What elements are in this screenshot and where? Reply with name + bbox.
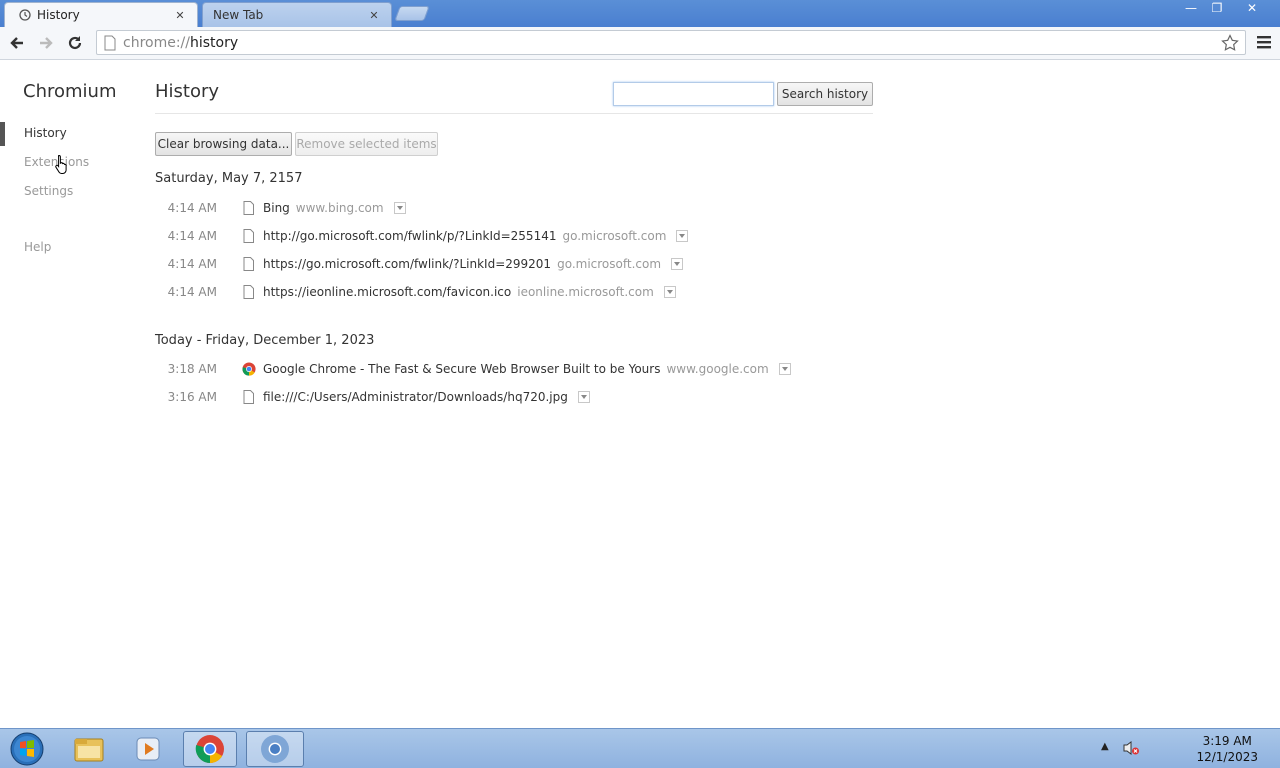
entry-domain[interactable]: www.bing.com [296,201,384,215]
folder-icon [74,738,104,762]
tray-expand-icon[interactable]: ▲ [1101,741,1109,752]
page-icon [242,257,256,271]
browser-titlebar: History ✕ New Tab ✕ — ❐ ✕ [0,0,1280,27]
tab-close-icon[interactable]: ✕ [173,9,187,22]
browser-toolbar: chrome://history [0,27,1280,60]
sidebar-item-help[interactable]: Help [24,240,51,254]
forward-button[interactable] [35,32,57,54]
maximize-button[interactable]: ❐ [1204,0,1230,18]
history-entry[interactable]: 4:14 AM Bing www.bing.com [155,198,406,218]
entry-menu-dropdown-icon[interactable] [663,286,676,298]
sidebar-item-history[interactable]: History [24,126,67,140]
sidebar-title: Chromium [23,81,117,102]
minimize-button[interactable]: — [1178,0,1204,18]
page-icon [242,229,256,243]
entry-menu-dropdown-icon[interactable] [778,363,791,375]
url-scheme: chrome:// [123,34,190,51]
tab-label: New Tab [213,8,264,22]
hand-cursor-icon [55,154,67,174]
menu-icon[interactable] [1255,33,1273,51]
reload-button[interactable] [64,32,86,54]
entry-time: 3:16 AM [167,390,217,404]
tab-close-icon[interactable]: ✕ [367,9,381,22]
day-header: Today - Friday, December 1, 2023 [155,333,375,348]
forward-arrow-icon [40,37,53,49]
history-entry[interactable]: 3:18 AM Google Chrome - The Fast & Secur… [155,359,791,379]
remove-selected-items-button[interactable]: Remove selected items [295,132,438,156]
header-divider [155,113,873,114]
entry-time: 4:14 AM [167,257,217,271]
sidebar-item-settings[interactable]: Settings [24,184,73,198]
tab-new-tab[interactable]: New Tab ✕ [202,2,392,27]
history-entry[interactable]: 4:14 AM http://go.microsoft.com/fwlink/p… [155,226,689,246]
clock-time: 3:19 AM [1202,734,1252,748]
page-icon [242,201,256,215]
entry-time: 4:14 AM [167,285,217,299]
taskbar-media-player[interactable] [121,731,175,767]
media-player-icon [136,737,160,761]
close-window-button[interactable]: ✕ [1230,0,1274,18]
taskbar-explorer[interactable] [62,731,116,767]
clear-browsing-data-button[interactable]: Clear browsing data... [155,132,292,156]
entry-domain[interactable]: www.google.com [666,362,768,376]
entry-title[interactable]: Google Chrome - The Fast & Secure Web Br… [263,362,660,376]
chrome-icon [195,735,224,763]
day-header: Saturday, May 7, 2157 [155,171,303,186]
entry-title[interactable]: http://go.microsoft.com/fwlink/p/?LinkId… [263,229,556,243]
window-controls: — ❐ ✕ [1178,0,1274,18]
entry-title[interactable]: https://go.microsoft.com/fwlink/?LinkId=… [263,257,551,271]
entry-menu-dropdown-icon[interactable] [393,202,406,214]
page-icon [242,285,256,299]
entry-menu-dropdown-icon[interactable] [671,258,684,270]
entry-menu-dropdown-icon[interactable] [577,391,590,403]
search-history-button[interactable]: Search history [777,82,873,106]
chromium-icon [261,735,289,763]
entry-title[interactable]: https://ieonline.microsoft.com/favicon.i… [263,285,511,299]
back-button[interactable] [6,32,28,54]
start-button[interactable] [0,731,54,767]
history-entry[interactable]: 3:16 AM file:///C:/Users/Administrator/D… [155,387,590,407]
page-icon [242,390,256,404]
taskbar-clock[interactable]: 3:19 AM 12/1/2023 [1196,733,1258,765]
history-clock-icon [19,9,31,21]
volume-muted-icon[interactable] [1122,739,1140,757]
entry-domain[interactable]: ieonline.microsoft.com [517,285,654,299]
entry-domain[interactable]: go.microsoft.com [557,257,661,271]
url-host: history [190,34,239,51]
address-bar[interactable]: chrome://history [96,30,1246,55]
bookmark-star-icon[interactable] [1221,34,1239,52]
entry-title[interactable]: Bing [263,201,290,215]
tab-history[interactable]: History ✕ [4,2,198,27]
entry-time: 4:14 AM [167,201,217,215]
new-tab-button[interactable] [394,6,430,21]
entry-title[interactable]: file:///C:/Users/Administrator/Downloads… [263,390,568,404]
entry-time: 4:14 AM [167,229,217,243]
history-entry[interactable]: 4:14 AM https://go.microsoft.com/fwlink/… [155,254,684,274]
back-arrow-icon [10,37,23,49]
chrome-icon [242,362,256,376]
taskbar-chrome[interactable] [183,731,237,767]
taskbar-chromium[interactable] [246,731,304,767]
windows-start-orb-icon [10,732,44,766]
page-title: History [155,81,220,102]
history-entry[interactable]: 4:14 AM https://ieonline.microsoft.com/f… [155,282,676,302]
tab-label: History [37,8,80,22]
selected-marker [0,122,5,146]
page-icon [104,35,116,50]
reload-icon [68,36,82,50]
entry-domain[interactable]: go.microsoft.com [562,229,666,243]
windows-taskbar: ▲ 3:19 AM 12/1/2023 [0,728,1280,768]
entry-menu-dropdown-icon[interactable] [676,230,689,242]
search-input[interactable] [613,82,774,106]
clock-date: 12/1/2023 [1196,750,1258,764]
entry-time: 3:18 AM [167,362,217,376]
